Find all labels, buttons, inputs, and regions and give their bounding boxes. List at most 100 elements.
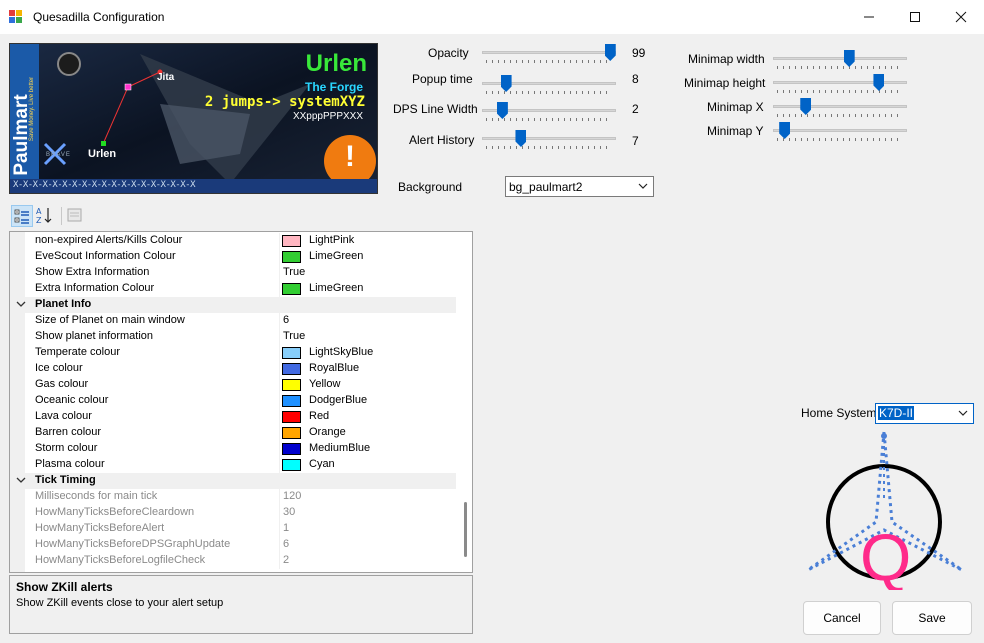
minimap-y-slider[interactable] xyxy=(773,121,907,141)
grid-property-row[interactable]: Barren colour Orange xyxy=(10,425,456,441)
opacity-value: 99 xyxy=(632,46,646,60)
collapse-chevron-icon[interactable] xyxy=(16,299,26,309)
property-value[interactable]: True xyxy=(283,266,305,278)
property-value[interactable]: Cyan xyxy=(309,458,335,470)
chevron-down-icon xyxy=(958,410,968,416)
property-value[interactable]: 120 xyxy=(283,490,301,502)
property-name: Planet Info xyxy=(35,298,92,310)
grid-property-row[interactable]: non-expired Alerts/Kills Colour LightPink xyxy=(10,233,456,249)
grid-property-row[interactable]: Oceanic colour DodgerBlue xyxy=(10,393,456,409)
property-value[interactable]: LightPink xyxy=(309,234,354,246)
property-value[interactable]: DodgerBlue xyxy=(309,394,367,406)
property-value[interactable]: 2 xyxy=(283,554,289,566)
grid-category-row[interactable]: Planet Info xyxy=(10,297,456,313)
grid-property-row[interactable]: Lava colour Red xyxy=(10,409,456,425)
property-value[interactable]: 30 xyxy=(283,506,295,518)
grid-property-row[interactable]: Ice colour RoyalBlue xyxy=(10,361,456,377)
minimap-x-slider[interactable] xyxy=(773,97,907,117)
sort-alpha-icon: A Z xyxy=(36,207,52,225)
property-value[interactable]: LightSkyBlue xyxy=(309,346,373,358)
background-select[interactable]: bg_paulmart2 xyxy=(505,176,654,197)
slider-thumb[interactable] xyxy=(843,50,855,67)
property-value[interactable]: MediumBlue xyxy=(309,442,370,454)
grid-property-row[interactable]: HowManyTicksBeforeAlert 1 xyxy=(10,521,456,537)
property-name: Storm colour xyxy=(35,442,98,454)
alphabetical-button[interactable]: A Z xyxy=(34,205,56,227)
grid-property-row[interactable]: EveScout Information Colour LimeGreen xyxy=(10,249,456,265)
minimap-height-slider[interactable] xyxy=(773,73,907,93)
slider-thumb[interactable] xyxy=(779,122,791,139)
property-pages-button[interactable] xyxy=(64,205,86,227)
property-value[interactable]: RoyalBlue xyxy=(309,362,359,374)
dps-line-width-slider[interactable] xyxy=(482,101,616,121)
grid-property-row[interactable]: Temperate colour LightSkyBlue xyxy=(10,345,456,361)
home-system-value[interactable]: K7D-II xyxy=(878,406,915,420)
minimap-width-slider[interactable] xyxy=(773,49,907,69)
slider-thumb[interactable] xyxy=(604,44,616,61)
grid-property-row[interactable]: Gas colour Yellow xyxy=(10,377,456,393)
opacity-slider[interactable] xyxy=(482,43,616,63)
property-value[interactable]: LimeGreen xyxy=(309,250,363,262)
property-name: HowManyTicksBeforeLogfileCheck xyxy=(35,554,206,566)
property-name: Show Extra Information xyxy=(35,266,150,278)
scrollbar-thumb[interactable] xyxy=(464,502,467,557)
property-value[interactable]: Orange xyxy=(309,426,346,438)
grid-property-row[interactable]: Extra Information Colour LimeGreen xyxy=(10,281,456,297)
slider-thumb[interactable] xyxy=(515,130,527,147)
slider-ticks xyxy=(777,138,903,141)
grid-property-row[interactable]: HowManyTicksBeforeDPSGraphUpdate 6 xyxy=(10,537,456,553)
column-divider xyxy=(279,329,280,345)
grid-property-row[interactable]: Storm colour MediumBlue xyxy=(10,441,456,457)
slider-thumb[interactable] xyxy=(496,102,508,119)
maximize-button[interactable] xyxy=(892,0,938,34)
minimap-height-label: Minimap height xyxy=(684,76,766,90)
grid-property-row[interactable]: HowManyTicksBeforeCleardown 30 xyxy=(10,505,456,521)
column-divider xyxy=(279,377,280,393)
property-help-panel: Show ZKill alerts Show ZKill events clos… xyxy=(9,575,473,634)
minimize-button[interactable] xyxy=(846,0,892,34)
grid-vertical-scrollbar[interactable] xyxy=(460,232,472,572)
categorized-button[interactable] xyxy=(11,205,33,227)
close-button[interactable] xyxy=(938,0,984,34)
slider-thumb[interactable] xyxy=(500,75,512,92)
save-button[interactable]: Save xyxy=(892,601,972,635)
property-value[interactable]: 6 xyxy=(283,314,289,326)
property-value[interactable]: Red xyxy=(309,410,329,422)
slider-thumb[interactable] xyxy=(800,98,812,115)
dps-line-width-label: DPS Line Width xyxy=(393,102,478,116)
column-divider xyxy=(279,265,280,281)
slider-thumb[interactable] xyxy=(873,74,885,91)
route-subline: XXpppPPPXXX xyxy=(292,111,363,122)
column-divider xyxy=(279,313,280,329)
grid-property-row[interactable]: Milliseconds for main tick 120 xyxy=(10,489,456,505)
cancel-button[interactable]: Cancel xyxy=(803,601,881,635)
collapse-chevron-icon[interactable] xyxy=(16,475,26,485)
grid-property-row[interactable]: Plasma colour Cyan xyxy=(10,457,456,473)
grid-property-row[interactable]: Show planet information True xyxy=(10,329,456,345)
grid-property-row[interactable]: Show Extra Information True xyxy=(10,265,456,281)
preview-footer: X-X-X-X-X-X-X-X-X-X-X-X-X-X-X-X-X-X-X xyxy=(13,180,195,190)
property-grid: non-expired Alerts/Kills Colour LightPink… xyxy=(9,231,473,573)
column-divider xyxy=(279,345,280,361)
slider-track xyxy=(482,137,616,140)
help-title: Show ZKill alerts xyxy=(16,580,113,594)
grid-property-row[interactable]: HowManyTicksBeforeLogfileCheck 2 xyxy=(10,553,456,569)
maximize-icon xyxy=(910,12,920,22)
column-divider xyxy=(279,537,280,553)
background-label: Background xyxy=(398,180,463,194)
grid-category-row[interactable]: Tick Timing xyxy=(10,473,456,489)
property-value[interactable]: 6 xyxy=(283,538,289,550)
popup-time-slider[interactable] xyxy=(482,74,616,94)
property-value[interactable]: Yellow xyxy=(309,378,340,390)
property-name: Extra Information Colour xyxy=(35,282,155,294)
property-value[interactable]: 1 xyxy=(283,522,289,534)
slider-track xyxy=(773,129,907,132)
slider-track xyxy=(482,51,616,54)
alert-history-slider[interactable] xyxy=(482,129,616,149)
categorized-icon xyxy=(14,209,29,224)
color-swatch xyxy=(282,411,301,423)
property-value[interactable]: True xyxy=(283,330,305,342)
property-value[interactable]: LimeGreen xyxy=(309,282,363,294)
home-system-select[interactable]: K7D-II xyxy=(875,403,974,424)
grid-property-row[interactable]: Size of Planet on main window 6 xyxy=(10,313,456,329)
